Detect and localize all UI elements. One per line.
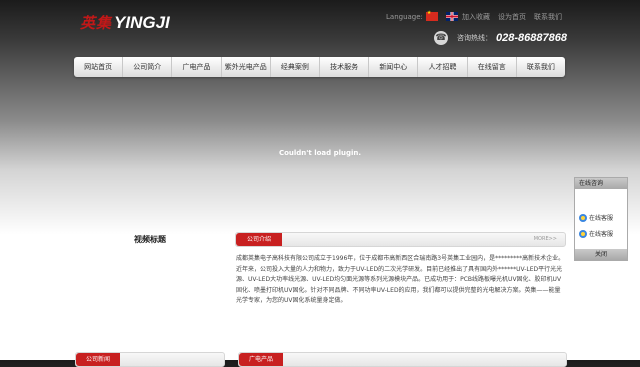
consult-panel-title: 在线咨询 [575,178,627,189]
video-title: 视频标题 [134,235,166,244]
nav-item-news[interactable]: 新闻中心 [369,57,419,77]
main-nav: 网站首页 公司简介 广电产品 紫外光电产品 经典案例 技术服务 新闻中心 人才招… [74,57,565,77]
nav-item-cases[interactable]: 经典案例 [271,57,321,77]
intro-header-bar: 公司介绍 MORE>> [235,232,566,247]
nav-item-about[interactable]: 公司简介 [123,57,173,77]
hotline-label: 咨询热线： [457,34,492,42]
nav-item-uv-products[interactable]: 紫外光电产品 [222,57,271,77]
contact-link[interactable]: 联系我们 [534,12,562,22]
online-service-item-2[interactable]: 在线客服 [579,229,613,238]
china-flag-icon[interactable] [425,10,438,21]
nav-item-broadcast-products[interactable]: 广电产品 [172,57,222,77]
hotline-number: 028-86887868 [496,32,567,44]
online-consult-panel: 在线咨询 在线客服 在线客服 关闭 [574,177,628,261]
intro-tab[interactable]: 公司介绍 [236,233,282,246]
top-links: 加入收藏 设为首页 联系我们 [462,12,562,22]
nav-item-contact[interactable]: 联系我们 [517,57,565,77]
plugin-error-message: Couldn't load plugin. [278,149,362,157]
intro-more-link[interactable]: MORE>> [534,236,557,242]
company-intro-text: 成都英集电子高科技有限公司成立于1996年，位于成都市高新西区合瑞南路3号英集工… [236,255,565,304]
logo-english: YINGJI [114,12,170,32]
online-service-item-1[interactable]: 在线客服 [579,213,613,222]
language-switcher: Language: [386,10,458,21]
nav-item-tech-service[interactable]: 技术服务 [320,57,370,77]
qq-icon [579,229,587,238]
add-favorite-link[interactable]: 加入收藏 [462,12,490,22]
logo-chinese: 英集 [80,14,113,32]
nav-item-careers[interactable]: 人才招聘 [418,57,468,77]
online-service-label-2: 在线客服 [589,231,614,238]
consult-close-button[interactable]: 关闭 [575,249,627,260]
hotline: ☎ 咨询热线： 028-86887868 [434,31,567,45]
online-service-label-1: 在线客服 [589,215,614,222]
nav-item-message[interactable]: 在线留言 [468,57,517,77]
qq-icon [579,213,587,222]
set-homepage-link[interactable]: 设为首页 [498,12,526,22]
site-logo[interactable]: 英集 YINGJI [80,12,170,33]
language-label: Language: [386,12,423,21]
nav-item-home[interactable]: 网站首页 [74,57,124,77]
uk-flag-icon[interactable] [445,12,458,21]
phone-icon: ☎ [434,31,448,45]
